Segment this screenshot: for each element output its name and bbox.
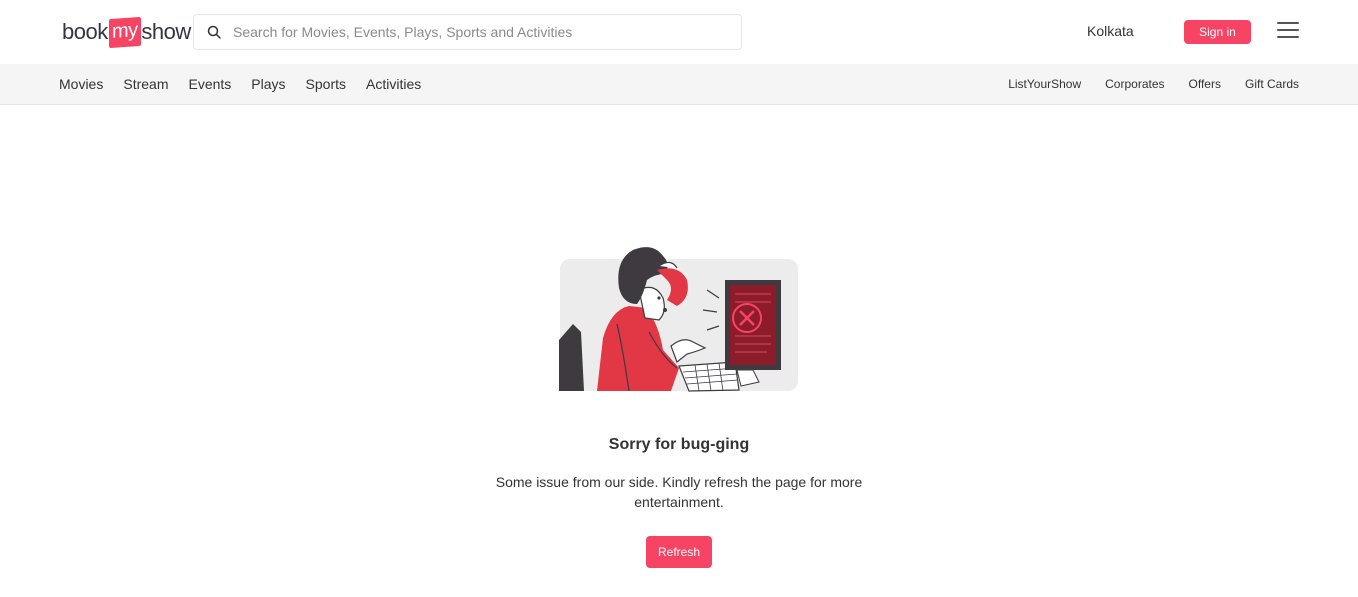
secondary-links: ListYourShow Corporates Offers Gift Card… <box>984 64 1299 104</box>
error-message: Some issue from our side. Kindly refresh… <box>495 474 863 510</box>
category-links: Movies Stream Events Plays Sports Activi… <box>59 64 441 104</box>
search-bar[interactable] <box>193 14 742 50</box>
sign-in-button[interactable]: Sign in <box>1184 20 1251 44</box>
error-title: Sorry for bug-ging <box>608 436 750 453</box>
search-input[interactable] <box>233 24 741 40</box>
nav-link-offers[interactable]: Offers <box>1189 77 1221 91</box>
nav-link-activities[interactable]: Activities <box>366 76 421 92</box>
logo-text-show: show <box>141 19 191 44</box>
hamburger-menu-icon[interactable] <box>1277 22 1299 40</box>
top-bar: bookmyshow Kolkata Sign in <box>0 0 1358 64</box>
bookmyshow-logo[interactable]: book my show <box>62 15 191 49</box>
search-icon <box>207 25 221 39</box>
nav-link-sports[interactable]: Sports <box>306 76 346 92</box>
nav-link-stream[interactable]: Stream <box>123 76 168 92</box>
nav-link-gift-cards[interactable]: Gift Cards <box>1245 77 1299 91</box>
refresh-button[interactable]: Refresh <box>646 536 712 568</box>
nav-link-listyourshow[interactable]: ListYourShow <box>1008 77 1081 91</box>
logo-text-book: book <box>62 19 108 44</box>
city-selector[interactable]: Kolkata <box>1087 23 1134 39</box>
nav-link-movies[interactable]: Movies <box>59 76 103 92</box>
category-nav: Movies Stream Events Plays Sports Activi… <box>0 64 1358 105</box>
nav-link-events[interactable]: Events <box>188 76 231 92</box>
nav-link-corporates[interactable]: Corporates <box>1105 77 1164 91</box>
nav-link-plays[interactable]: Plays <box>251 76 285 92</box>
logo-text-my: my <box>108 16 141 48</box>
confused-person-at-computer-illustration <box>559 247 798 392</box>
